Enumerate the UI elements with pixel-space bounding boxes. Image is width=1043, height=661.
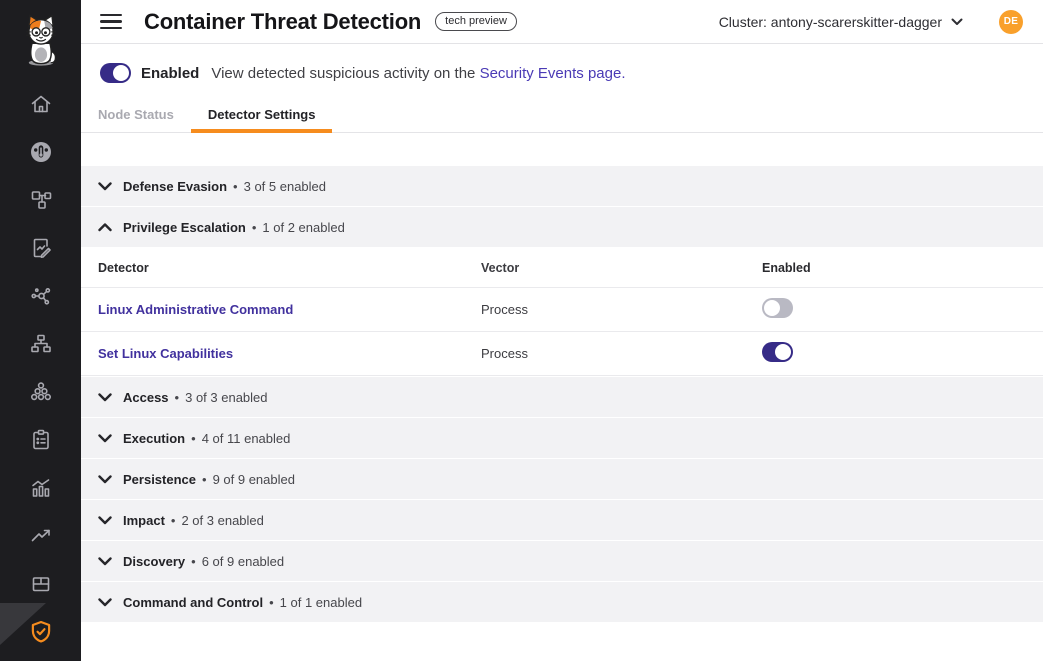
app-window: Container Threat Detection tech preview … — [0, 0, 1043, 661]
chevron-up-icon — [98, 223, 112, 232]
chevron-down-icon — [98, 516, 112, 525]
dashboard-gauge-icon — [29, 140, 53, 164]
user-avatar[interactable]: DE — [999, 10, 1023, 34]
table-row: Linux Administrative Command Process — [81, 288, 1043, 332]
shield-check-icon — [28, 619, 54, 645]
sidebar-item-network-sets[interactable] — [0, 320, 81, 368]
category-row-access[interactable]: Access • 3 of 3 enabled — [81, 377, 1043, 417]
detector-toggle[interactable] — [762, 298, 793, 318]
cluster-label: Cluster: antony-scarerskitter-dagger — [719, 14, 942, 30]
cluster-selector[interactable]: Cluster: antony-scarerskitter-dagger — [719, 14, 963, 30]
category-row-privilege-escalation[interactable]: Privilege Escalation • 1 of 2 enabled — [81, 207, 1043, 247]
network-sitemap-icon — [29, 332, 53, 356]
trending-up-icon — [29, 524, 53, 548]
home-icon — [29, 92, 53, 116]
main-area: Container Threat Detection tech preview … — [81, 0, 1043, 661]
tab-detector-settings[interactable]: Detector Settings — [191, 103, 333, 132]
column-header-detector: Detector — [98, 261, 481, 275]
category-row-persistence[interactable]: Persistence • 9 of 9 enabled — [81, 459, 1043, 499]
sidebar — [0, 0, 81, 661]
report-pencil-icon — [29, 236, 53, 260]
chevron-down-icon — [98, 475, 112, 484]
chevron-down-icon — [951, 18, 963, 26]
feature-enabled-toggle[interactable] — [100, 63, 131, 83]
vector-value: Process — [481, 302, 762, 317]
sidebar-item-threat-defense[interactable] — [0, 608, 81, 656]
category-row-execution[interactable]: Execution • 4 of 11 enabled — [81, 418, 1043, 458]
menu-toggle-button[interactable] — [100, 14, 122, 30]
calico-cat-logo[interactable] — [0, 0, 81, 80]
connectivity-graph-icon — [29, 284, 53, 308]
category-row-command-and-control[interactable]: Command and Control • 1 of 1 enabled — [81, 582, 1043, 622]
feature-banner: Enabled View detected suspicious activit… — [81, 44, 1043, 83]
table-header-row: Detector Vector Enabled — [81, 248, 1043, 288]
sidebar-item-performance[interactable] — [0, 512, 81, 560]
chevron-down-icon — [98, 182, 112, 191]
toggle-label: Enabled — [141, 65, 199, 82]
column-header-vector: Vector — [481, 261, 762, 275]
workload-circles-icon — [29, 380, 53, 404]
detector-settings-panel: Defense Evasion • 3 of 5 enabled Privile… — [81, 133, 1043, 661]
chevron-down-icon — [98, 557, 112, 566]
category-row-impact[interactable]: Impact • 2 of 3 enabled — [81, 500, 1043, 540]
sidebar-item-service-graph[interactable] — [0, 176, 81, 224]
detector-table: Detector Vector Enabled Linux Administra… — [81, 248, 1043, 376]
sidebar-item-home[interactable] — [0, 80, 81, 128]
service-graph-icon — [29, 188, 53, 212]
column-header-enabled: Enabled — [762, 261, 1043, 275]
sidebar-item-workloads[interactable] — [0, 368, 81, 416]
chevron-down-icon — [98, 393, 112, 402]
sidebar-item-statistics[interactable] — [0, 464, 81, 512]
sidebar-item-dashboard[interactable] — [0, 128, 81, 176]
page-title: Container Threat Detection — [144, 9, 421, 35]
sidebar-item-packages[interactable] — [0, 560, 81, 608]
tech-preview-badge: tech preview — [435, 12, 517, 31]
bar-chart-icon — [29, 476, 53, 500]
detector-link-set-linux-capabilities[interactable]: Set Linux Capabilities — [98, 346, 233, 361]
detector-toggle[interactable] — [762, 342, 793, 362]
chevron-down-icon — [98, 598, 112, 607]
sidebar-item-compliance[interactable] — [0, 416, 81, 464]
sidebar-item-connectivity[interactable] — [0, 272, 81, 320]
category-row-defense-evasion[interactable]: Defense Evasion • 3 of 5 enabled — [81, 166, 1043, 206]
security-events-link[interactable]: Security Events page. — [480, 65, 626, 82]
tab-node-status[interactable]: Node Status — [81, 103, 191, 132]
category-row-discovery[interactable]: Discovery • 6 of 9 enabled — [81, 541, 1043, 581]
top-bar: Container Threat Detection tech preview … — [81, 0, 1043, 44]
cat-mascot-icon — [15, 12, 67, 68]
tab-bar: Node Status Detector Settings — [81, 103, 1043, 133]
package-box-icon — [29, 572, 53, 596]
sidebar-item-reports[interactable] — [0, 224, 81, 272]
detector-link-linux-administrative-command[interactable]: Linux Administrative Command — [98, 302, 293, 317]
chevron-down-icon — [98, 434, 112, 443]
banner-description: View detected suspicious activity on the… — [211, 65, 625, 82]
clipboard-list-icon — [29, 428, 53, 452]
vector-value: Process — [481, 346, 762, 361]
table-row: Set Linux Capabilities Process — [81, 332, 1043, 376]
